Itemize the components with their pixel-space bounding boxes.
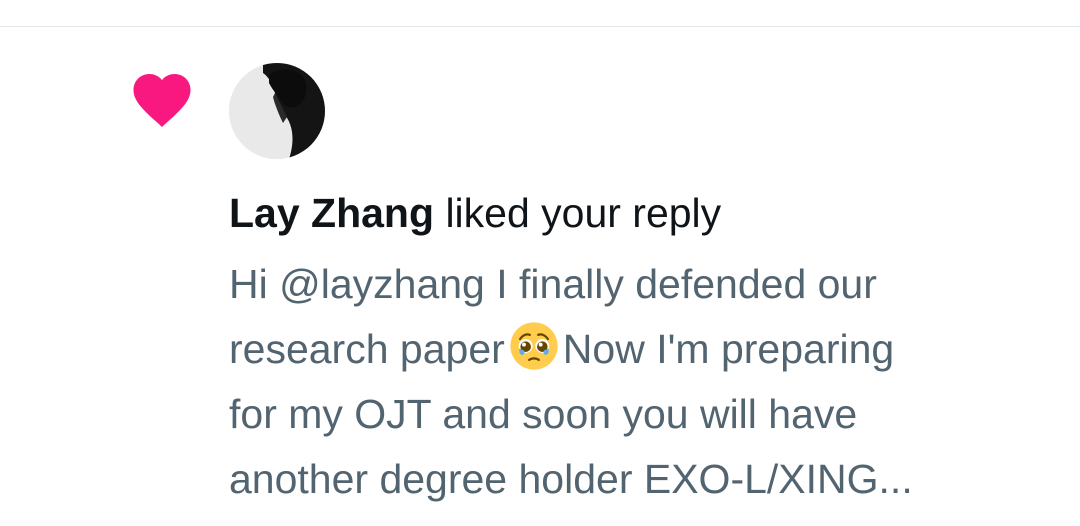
user-avatar[interactable] [229,63,325,159]
heart-icon [133,74,191,127]
reply-preview[interactable]: Hi @layzhang I finally defended our rese… [229,252,1049,512]
reply-line-4: another degree holder EXO-L/XING... [229,456,913,502]
user-name-link[interactable]: Lay Zhang [229,190,434,236]
action-text: liked your reply [445,190,722,236]
notification-headline: Lay Zhang liked your reply [229,187,721,239]
reply-line-2-start: research paper [229,326,505,372]
reply-line-2-end: Now I'm preparing [562,326,895,372]
reply-line-2: research paper Now I'm preparing [229,317,1049,382]
reply-line-3: for my OJT and soon you will have [229,391,858,437]
pleading-face-emoji [510,322,558,370]
avatar-image [229,63,325,159]
reply-line-1: Hi @layzhang I finally defended our [229,261,877,307]
